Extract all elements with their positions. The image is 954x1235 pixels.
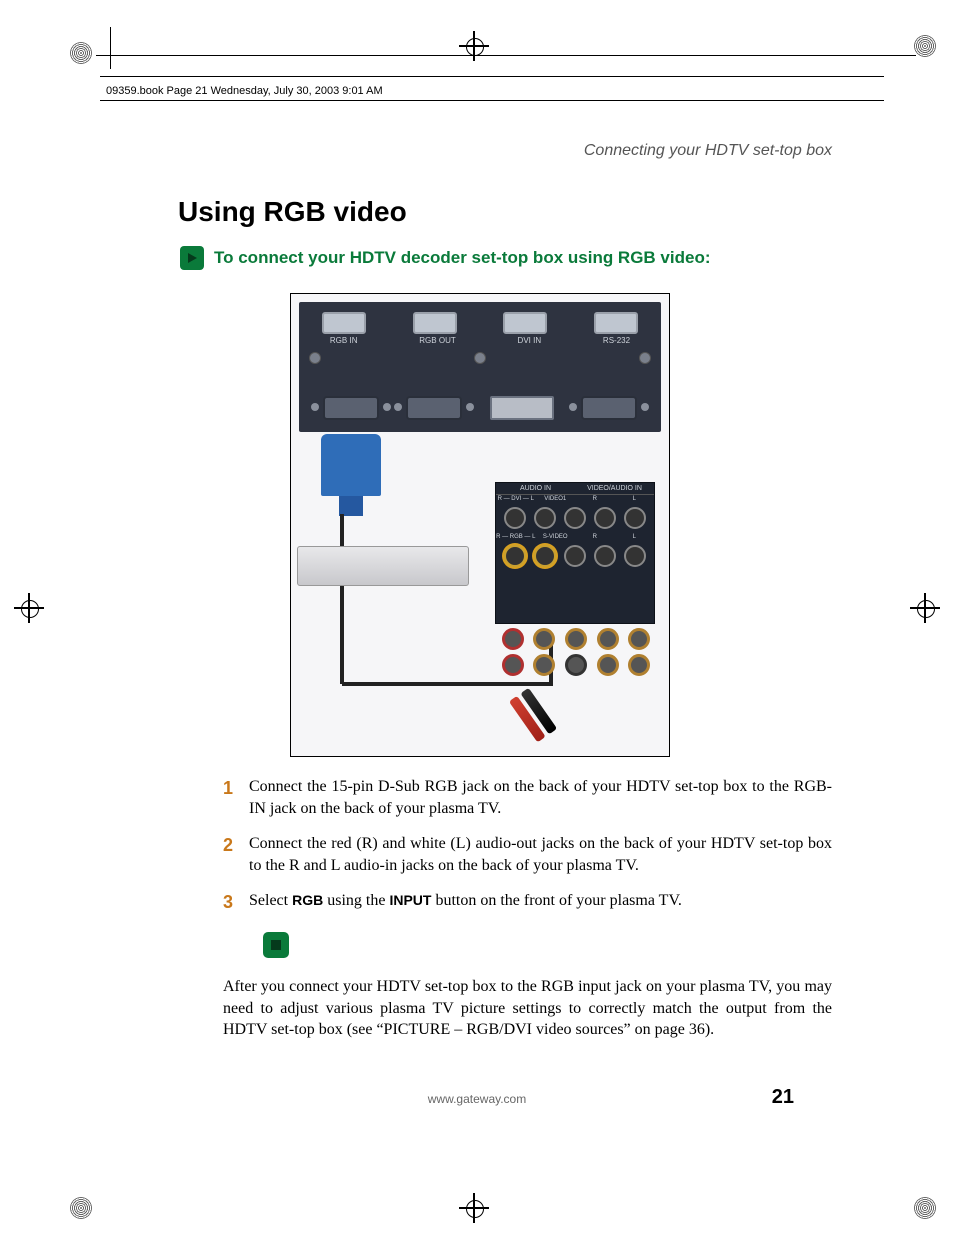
av-sub-label: R bbox=[575, 533, 615, 541]
step-text: Connect the red (R) and white (L) audio-… bbox=[249, 833, 832, 876]
av-sub-label: R bbox=[575, 495, 615, 503]
section-title: Connecting your HDTV set-top box bbox=[584, 142, 832, 160]
footer-url: www.gateway.com bbox=[0, 1092, 954, 1106]
step-2: 2 Connect the red (R) and white (L) audi… bbox=[223, 833, 832, 876]
dvi-in-port bbox=[490, 396, 554, 420]
av-sub-label: VIDEO1 bbox=[536, 495, 576, 503]
stop-icon bbox=[263, 932, 289, 958]
av-header-label: VIDEO/AUDIO IN bbox=[575, 483, 654, 495]
rgb-cable bbox=[340, 514, 344, 684]
port-label: DVI IN bbox=[518, 336, 542, 345]
port-label: RGB IN bbox=[330, 336, 358, 345]
vga-connector bbox=[321, 434, 381, 496]
rca-jack-block bbox=[497, 624, 655, 688]
page-heading: Using RGB video bbox=[178, 196, 407, 228]
running-head: 09359.book Page 21 Wednesday, July 30, 2… bbox=[106, 85, 383, 97]
step-text: Select RGB using the INPUT button on the… bbox=[249, 890, 832, 914]
step-1: 1 Connect the 15-pin D-Sub RGB jack on t… bbox=[223, 776, 832, 819]
av-sub-label: L bbox=[615, 533, 655, 541]
rs232-port bbox=[581, 396, 637, 420]
tv-rear-panel: RGB IN RGB OUT DVI IN RS-232 bbox=[299, 302, 661, 432]
port-label: RGB OUT bbox=[419, 336, 455, 345]
rgb-out-port bbox=[406, 396, 462, 420]
play-icon bbox=[180, 246, 204, 270]
step-number: 1 bbox=[223, 776, 249, 819]
step-text: Connect the 15-pin D-Sub RGB jack on the… bbox=[249, 776, 832, 819]
port-label: RS-232 bbox=[603, 336, 630, 345]
procedure-steps: 1 Connect the 15-pin D-Sub RGB jack on t… bbox=[223, 776, 832, 929]
av-sub-label: L bbox=[615, 495, 655, 503]
av-sub-label: S-VIDEO bbox=[536, 533, 576, 541]
av-sub-label: R — DVI — L bbox=[496, 495, 536, 503]
av-sub-label: R — RGB — L bbox=[496, 533, 536, 541]
procedure-heading: To connect your HDTV decoder set-top box… bbox=[214, 248, 711, 268]
rgb-in-port bbox=[323, 396, 379, 420]
step-3: 3 Select RGB using the INPUT button on t… bbox=[223, 890, 832, 914]
av-header-label: AUDIO IN bbox=[496, 483, 575, 495]
step-number: 3 bbox=[223, 890, 249, 914]
set-top-box bbox=[297, 546, 469, 586]
page-number: 21 bbox=[772, 1086, 794, 1109]
av-input-panel: AUDIO IN VIDEO/AUDIO IN R — DVI — L VIDE… bbox=[495, 482, 655, 624]
connection-diagram: RGB IN RGB OUT DVI IN RS-232 AUDIO IN VI… bbox=[290, 293, 670, 757]
followup-paragraph: After you connect your HDTV set-top box … bbox=[223, 976, 832, 1041]
step-number: 2 bbox=[223, 833, 249, 876]
